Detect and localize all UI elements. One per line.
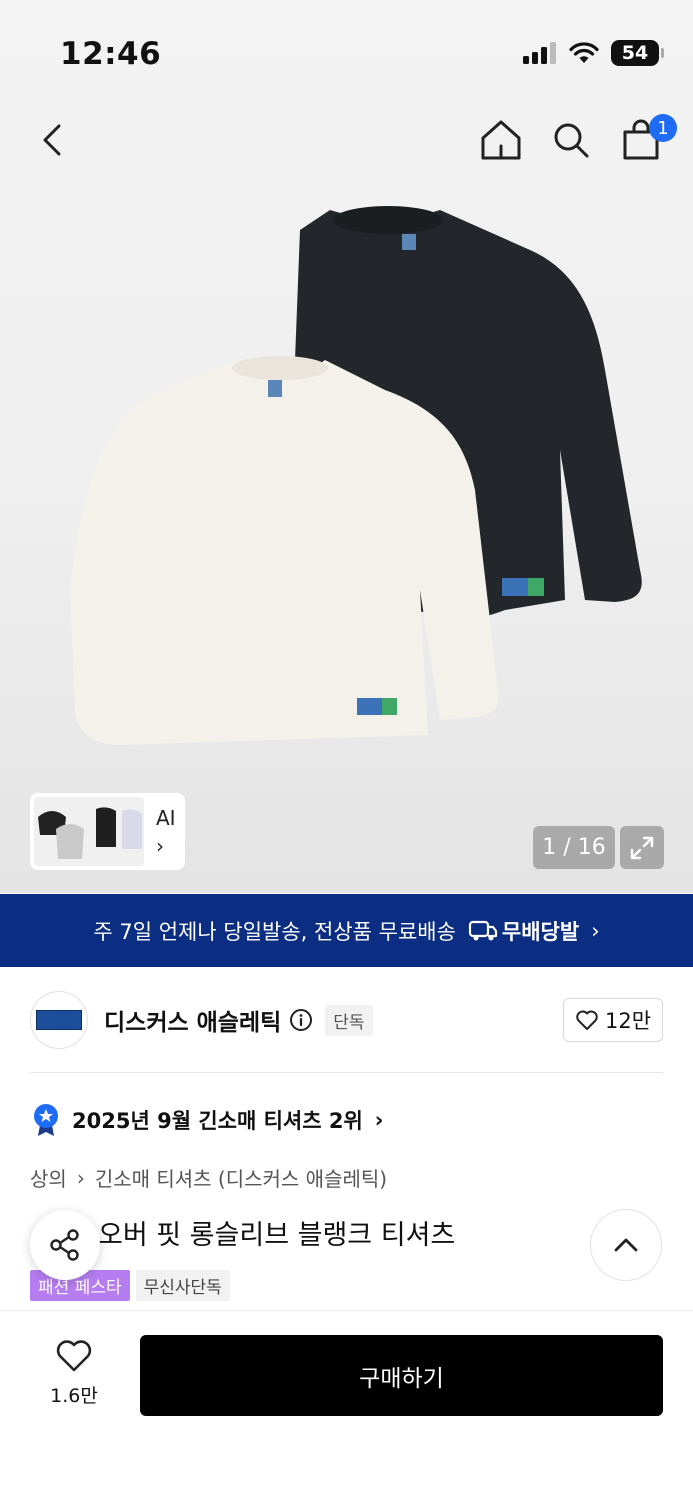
top-nav-actions: 1 [479,114,677,164]
brand-like-count: 12만 [604,1009,652,1033]
status-time: 12:46 [60,36,162,72]
signal-icon [523,42,556,64]
ranking-chevron: › [374,1108,384,1132]
banner-chevron: › [591,918,600,943]
wishlist-button[interactable]: 1.6만 [38,1339,110,1408]
brand-like-button[interactable]: 12만 [563,998,663,1042]
heart-icon [576,1010,598,1030]
brand-logo[interactable] [30,991,88,1049]
buy-button[interactable]: 구매하기 [140,1335,663,1416]
cart-count-badge: 1 [649,114,677,142]
cart-button[interactable]: 1 [619,114,677,164]
brand-logo-mark [36,1010,82,1030]
breadcrumb-category[interactable]: 상의 [30,1163,67,1192]
ai-label-group: AI › [156,804,176,860]
breadcrumb-subcategory[interactable]: 긴소매 티셔츠 (디스커스 애슬레틱) [95,1163,387,1192]
search-icon [554,123,589,158]
brand-name[interactable]: 디스커스 애슬레틱 [104,1003,281,1037]
banner-brand: 무배당발 [468,916,579,946]
info-icon[interactable] [289,1008,313,1032]
breadcrumb: 상의 › 긴소매 티셔츠 (디스커스 애슬레틱) [30,1163,387,1192]
banner-brand-label: 무배당발 [501,919,580,944]
product-title: 오버 핏 롱슬리브 블랭크 티셔츠 [98,1220,456,1251]
share-icon [50,1229,79,1261]
exclusive-chip: 단독 [325,1004,373,1036]
expand-button[interactable] [620,826,664,869]
home-button[interactable] [479,116,523,164]
chevron-up-icon [614,1238,638,1252]
battery-indicator: 54 [611,40,664,66]
divider [30,1072,663,1073]
wifi-icon [569,42,599,63]
thumbnail-shirts-icon [38,807,142,859]
bottom-action-bar: 1.6만 구매하기 [0,1310,693,1500]
award-badge-icon [34,1104,58,1136]
home-icon [481,120,521,160]
search-button[interactable] [549,116,593,164]
tag-musinsa-exclusive: 무신사단독 [135,1270,230,1301]
wishlist-count: 1.6만 [50,1385,98,1407]
battery-level: 54 [621,42,649,64]
scroll-top-button[interactable] [590,1209,662,1281]
status-icons: 54 [523,40,664,66]
delivery-truck-icon [468,920,498,940]
heart-icon [56,1340,92,1372]
ai-thumbnail-image [34,797,144,866]
breadcrumb-separator: › [76,1165,85,1190]
banner-text: 주 7일 언제나 당일발송, 전상품 무료배송 [93,919,456,944]
expand-icon [630,836,654,859]
back-button[interactable] [32,118,76,162]
ai-styling-thumbnail[interactable]: AI › [30,793,185,870]
ranking-link[interactable]: 2025년 9월 긴소매 티셔츠 2위 › [32,1103,383,1137]
ranking-text: 2025년 9월 긴소매 티셔츠 2위 [72,1109,363,1133]
chevron-left-icon [43,124,61,156]
share-button[interactable] [30,1210,100,1280]
image-counter: 1 / 16 [533,826,615,869]
product-image [70,206,642,745]
ai-chevron: › [156,833,164,858]
product-gallery[interactable]: 12:46 54 1 AI › 1 / 16 [0,0,693,893]
ai-label: AI [156,805,176,830]
brand-row[interactable]: 디스커스 애슬레틱 단독 12만 [30,990,663,1050]
delivery-banner[interactable]: 주 7일 언제나 당일발송, 전상품 무료배송 무배당발 › [0,894,693,967]
